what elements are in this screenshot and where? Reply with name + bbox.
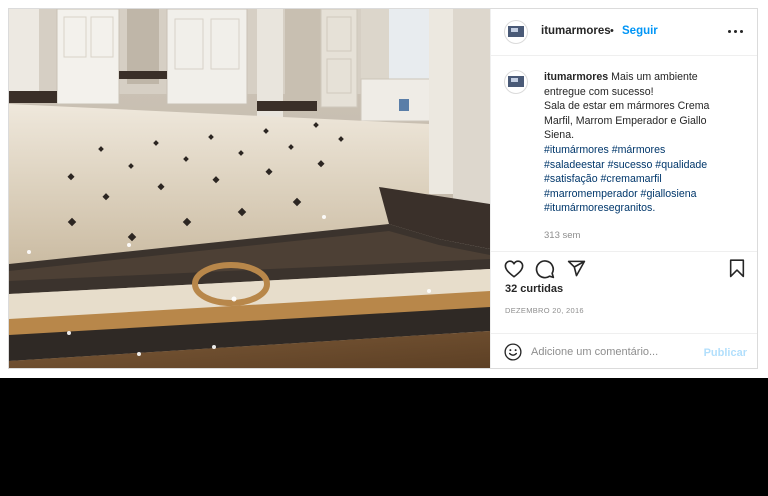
hashtag-line[interactable]: #satisfação #cremamarfil xyxy=(544,172,740,187)
hashtag-line[interactable]: #itumármores #mármores xyxy=(544,143,740,158)
bookmark-icon[interactable] xyxy=(729,259,745,283)
brand-logo-icon xyxy=(508,76,524,87)
caption-line: itumarmores Mais um ambiente xyxy=(544,71,698,83)
caption-line: Sala de estar em mármores Crema xyxy=(544,100,710,113)
follow-button[interactable]: Seguir xyxy=(622,25,658,37)
likes-count[interactable]: 32 curtidas xyxy=(505,283,563,295)
share-icon[interactable] xyxy=(567,259,586,283)
post-date[interactable]: DEZEMBRO 20, 2016 xyxy=(505,306,584,315)
post-side-panel: itumarmores • Seguir itumarmores Mais um… xyxy=(490,9,757,368)
emoji-icon[interactable] xyxy=(504,343,522,366)
post-photo[interactable] xyxy=(9,9,490,368)
heart-icon[interactable] xyxy=(504,260,524,283)
more-options-icon[interactable] xyxy=(727,23,745,39)
brand-logo-icon xyxy=(508,26,524,37)
header-username[interactable]: itumarmores xyxy=(541,25,611,37)
caption-timestamp[interactable]: 313 sem xyxy=(544,230,580,241)
caption-username[interactable]: itumarmores xyxy=(544,71,608,83)
caption-area: itumarmores Mais um ambiente entregue co… xyxy=(491,56,757,251)
avatar[interactable] xyxy=(504,20,528,44)
comment-input[interactable] xyxy=(531,343,691,361)
caption-avatar[interactable] xyxy=(504,70,528,94)
caption-line: entregue com sucesso! xyxy=(544,85,654,98)
instagram-post: itumarmores • Seguir itumarmores Mais um… xyxy=(8,8,758,369)
publish-button[interactable]: Publicar xyxy=(704,347,747,359)
comment-icon[interactable] xyxy=(535,259,555,284)
comment-bar: Publicar xyxy=(491,333,757,368)
hashtag-line[interactable]: #saladeestar #sucesso #qualidade xyxy=(544,158,740,173)
caption-line: Siena. xyxy=(544,129,575,142)
marble-floor-image xyxy=(9,9,490,368)
hashtag-line[interactable]: #marromemperador #giallosiena xyxy=(544,187,740,202)
header-separator: • xyxy=(610,25,614,37)
post-header: itumarmores • Seguir xyxy=(491,9,757,56)
page-background: itumarmores • Seguir itumarmores Mais um… xyxy=(0,0,768,378)
caption-text: itumarmores Mais um ambiente entregue co… xyxy=(544,70,740,216)
caption-line: Marfil, Marrom Emperador e Giallo xyxy=(544,114,707,127)
action-bar-divider xyxy=(491,251,757,252)
hashtag-line[interactable]: #itumármoresegranitos. xyxy=(544,201,740,216)
